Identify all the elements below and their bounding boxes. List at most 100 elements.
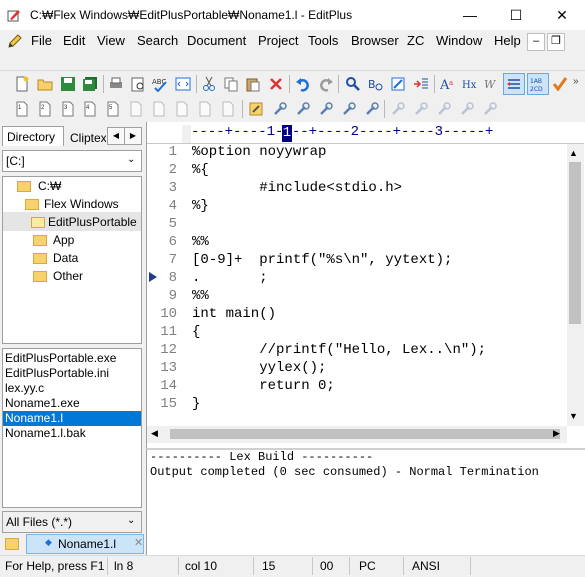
code-line[interactable]: int main() bbox=[192, 306, 276, 322]
code-line[interactable]: { bbox=[192, 324, 200, 340]
code-line[interactable]: %{ bbox=[192, 162, 209, 178]
scroll-right-arrow-icon[interactable]: ▶ bbox=[553, 428, 560, 439]
folder-icon[interactable] bbox=[5, 538, 19, 550]
menu-browser[interactable]: Browser bbox=[351, 33, 399, 48]
menu-help[interactable]: Help bbox=[494, 33, 521, 48]
tree-item-editplusportable[interactable]: EditPlusPortable bbox=[48, 213, 137, 231]
open-folder-icon[interactable] bbox=[37, 76, 53, 92]
save-icon[interactable] bbox=[60, 76, 76, 92]
code-line[interactable]: [0-9]+ printf("%s\n", yytext); bbox=[192, 252, 452, 268]
checkmark-icon[interactable] bbox=[552, 76, 568, 92]
list-item[interactable]: lex.yy.c bbox=[5, 381, 44, 396]
user-tool-3-icon[interactable]: 3 bbox=[60, 101, 76, 117]
list-item-selected[interactable]: Noname1.l bbox=[5, 411, 63, 426]
tab-scroll-left-button[interactable]: ◀ bbox=[107, 127, 125, 145]
list-item[interactable]: EditPlusPortable.ini bbox=[5, 366, 109, 381]
line-number-toggle-button[interactable] bbox=[503, 73, 525, 95]
drive-select[interactable]: [C:] ⌄ bbox=[2, 150, 142, 172]
scroll-up-arrow-icon[interactable]: ▲ bbox=[569, 148, 578, 158]
tree-item-drive-root[interactable]: C:₩ bbox=[38, 177, 61, 195]
font-size-icon[interactable]: Aa bbox=[440, 76, 456, 92]
word-wrap-icon[interactable]: W bbox=[484, 76, 500, 92]
tab-cliptext[interactable]: Cliptex bbox=[66, 128, 106, 148]
menu-window[interactable]: Window bbox=[436, 33, 482, 48]
user-tool-2-icon[interactable]: 2 bbox=[37, 101, 53, 117]
ruler-toggle-button[interactable]: 1AB 2CD bbox=[527, 73, 549, 95]
goto-icon[interactable] bbox=[390, 76, 406, 92]
wrench-tool-4-icon[interactable] bbox=[341, 101, 357, 117]
user-tool-10-icon[interactable] bbox=[220, 101, 236, 117]
document-tab-noname1[interactable]: ◆ Noname1.l ✕ bbox=[26, 534, 144, 554]
code-line[interactable]: return 0; bbox=[192, 378, 335, 394]
redo-icon[interactable] bbox=[318, 76, 334, 92]
wrench-tool-9-icon[interactable] bbox=[459, 101, 475, 117]
spell-check-icon[interactable]: ABC bbox=[152, 76, 168, 92]
menu-zc[interactable]: ZC bbox=[407, 33, 424, 48]
save-all-icon[interactable] bbox=[82, 76, 98, 92]
scroll-down-arrow-icon[interactable]: ▼ bbox=[569, 411, 578, 421]
tree-item-other[interactable]: Other bbox=[53, 267, 83, 285]
menu-view[interactable]: View bbox=[97, 33, 125, 48]
code-line[interactable]: %option noyywrap bbox=[192, 144, 326, 160]
list-item[interactable]: Noname1.exe bbox=[5, 396, 80, 411]
mdi-minimize-button[interactable]: – bbox=[527, 33, 545, 51]
wrench-tool-6-icon[interactable] bbox=[390, 101, 406, 117]
menu-edit[interactable]: Edit bbox=[63, 33, 85, 48]
menu-project[interactable]: Project bbox=[258, 33, 298, 48]
code-line[interactable]: #include<stdio.h> bbox=[192, 180, 402, 196]
copy-icon[interactable] bbox=[223, 76, 239, 92]
tree-item-app[interactable]: App bbox=[53, 231, 74, 249]
html-toolbar-icon[interactable]: Hx bbox=[462, 76, 478, 92]
vertical-scrollbar-thumb[interactable] bbox=[569, 162, 581, 324]
code-line[interactable]: } bbox=[192, 396, 200, 412]
user-tool-5-icon[interactable]: 5 bbox=[105, 101, 121, 117]
wrench-tool-2-icon[interactable] bbox=[295, 101, 311, 117]
list-item[interactable]: EditPlusPortable.exe bbox=[5, 351, 116, 366]
tool-settings-icon[interactable] bbox=[248, 101, 264, 117]
cut-icon[interactable] bbox=[201, 76, 217, 92]
scroll-left-arrow-icon[interactable]: ◀ bbox=[151, 428, 158, 439]
toolbar-overflow-icon[interactable]: » bbox=[573, 76, 579, 87]
print-icon[interactable] bbox=[108, 76, 124, 92]
code-line[interactable]: %} bbox=[192, 198, 209, 214]
horizontal-scrollbar-thumb[interactable] bbox=[170, 429, 560, 439]
indent-icon[interactable] bbox=[413, 76, 429, 92]
wrench-tool-7-icon[interactable] bbox=[413, 101, 429, 117]
minimize-button[interactable]: — bbox=[447, 0, 493, 30]
code-line[interactable]: . ; bbox=[192, 270, 268, 286]
menu-tools[interactable]: Tools bbox=[308, 33, 338, 48]
print-preview-icon[interactable] bbox=[130, 76, 146, 92]
tree-item-data[interactable]: Data bbox=[53, 249, 78, 267]
list-item[interactable]: Noname1.l.bak bbox=[5, 426, 86, 441]
menu-file[interactable]: File bbox=[31, 33, 52, 48]
code-line[interactable]: yylex(); bbox=[192, 360, 326, 376]
tab-directory[interactable]: Directory bbox=[2, 126, 64, 146]
tree-item-flex-windows[interactable]: Flex Windows bbox=[44, 195, 119, 213]
menu-search[interactable]: Search bbox=[137, 33, 178, 48]
user-tool-9-icon[interactable] bbox=[197, 101, 213, 117]
close-button[interactable]: ✕ bbox=[539, 0, 585, 30]
wrench-tool-1-icon[interactable] bbox=[272, 101, 288, 117]
undo-icon[interactable] bbox=[295, 76, 311, 92]
mdi-restore-button[interactable]: ❐ bbox=[547, 33, 565, 51]
code-line[interactable]: //printf("Hello, Lex..\n"); bbox=[192, 342, 486, 358]
user-tool-6-icon[interactable] bbox=[128, 101, 144, 117]
code-line[interactable]: %% bbox=[192, 288, 209, 304]
user-tool-8-icon[interactable] bbox=[174, 101, 190, 117]
wrench-tool-8-icon[interactable] bbox=[436, 101, 452, 117]
wrench-tool-10-icon[interactable] bbox=[482, 101, 498, 117]
menu-document[interactable]: Document bbox=[187, 33, 246, 48]
user-tool-7-icon[interactable] bbox=[151, 101, 167, 117]
browser-view-icon[interactable] bbox=[175, 76, 191, 92]
replace-icon[interactable]: B bbox=[367, 76, 383, 92]
tab-close-icon[interactable]: ✕ bbox=[134, 536, 143, 549]
wrench-tool-3-icon[interactable] bbox=[318, 101, 334, 117]
file-filter-select[interactable]: All Files (*.*) ⌄ bbox=[2, 511, 142, 533]
maximize-button[interactable]: ☐ bbox=[493, 0, 539, 30]
wrench-tool-5-icon[interactable] bbox=[364, 101, 380, 117]
user-tool-4-icon[interactable]: 4 bbox=[82, 101, 98, 117]
new-file-icon[interactable] bbox=[14, 76, 30, 92]
delete-icon[interactable] bbox=[268, 76, 284, 92]
paste-icon[interactable] bbox=[245, 76, 261, 92]
tab-scroll-right-button[interactable]: ▶ bbox=[124, 127, 142, 145]
